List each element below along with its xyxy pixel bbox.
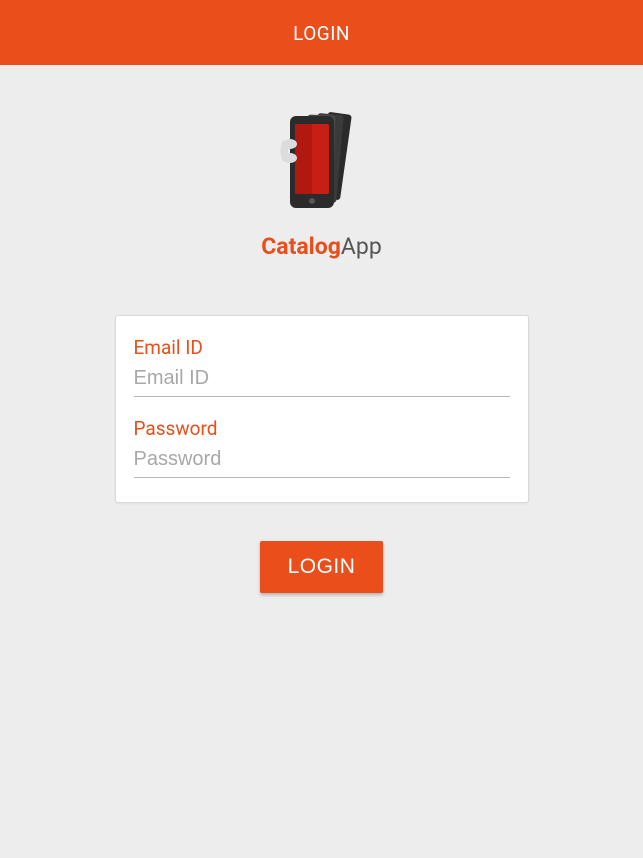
app-header: LOGIN [0,0,643,65]
login-form-card: Email ID Password [115,315,529,503]
catalog-app-icon [276,110,366,219]
brand-name-bold: Catalog [261,233,341,260]
password-input[interactable] [134,444,510,478]
email-label: Email ID [134,336,510,359]
login-button[interactable]: LOGIN [260,541,384,593]
email-field-group: Email ID [134,336,510,397]
password-field-group: Password [134,417,510,478]
header-title: LOGIN [293,22,350,45]
password-label: Password [134,417,510,440]
brand-name: CatalogApp [261,233,382,260]
main-content: CatalogApp Email ID Password LOGIN [0,65,643,593]
logo-block: CatalogApp [261,110,382,260]
brand-name-light: App [341,233,382,260]
email-input[interactable] [134,363,510,397]
